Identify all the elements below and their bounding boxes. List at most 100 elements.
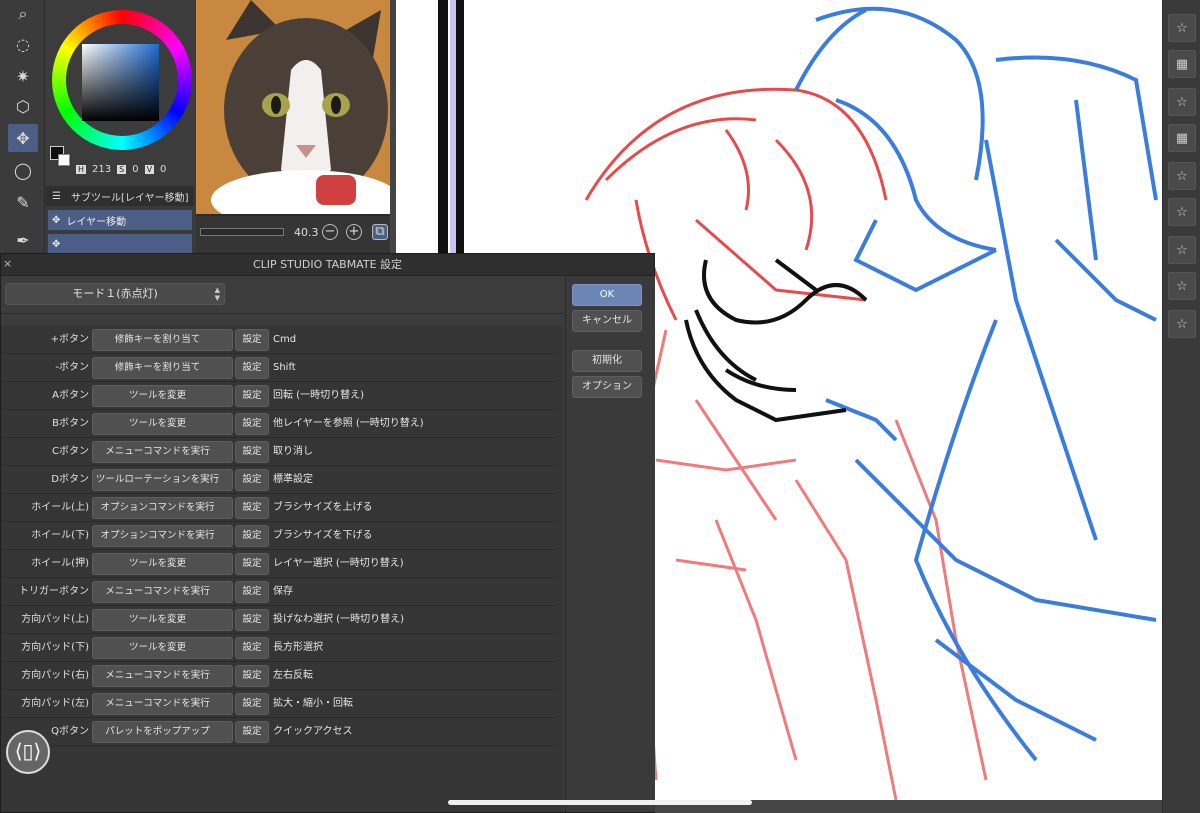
right-dock: ☆ ▦ ☆ ▦ ☆ ☆ ☆ ☆ ☆	[1162, 0, 1200, 813]
h-label: H	[76, 165, 87, 174]
action-select[interactable]: メニューコマンドを実行	[92, 581, 233, 603]
assigned-value: ブラシサイズを下げる	[273, 530, 373, 541]
action-select[interactable]: ツールを変更	[92, 609, 233, 631]
v-value: 0	[160, 164, 167, 175]
subtool-title: サブツール[レイヤー移動]	[70, 192, 189, 204]
row-label: 方向パッド(右)	[21, 670, 89, 681]
sub-color-swatch[interactable]	[58, 154, 70, 166]
close-icon[interactable]: ×	[3, 257, 12, 270]
set-button[interactable]: 設定	[235, 581, 269, 603]
row-label: 方向パッド(上)	[21, 614, 89, 625]
assigned-value: 取り消し	[273, 446, 313, 457]
assigned-value: 拡大・縮小・回転	[273, 698, 353, 709]
set-button[interactable]: 設定	[235, 385, 269, 407]
action-select[interactable]: オプションコマンドを実行	[92, 497, 233, 519]
row-label: Bボタン	[52, 418, 89, 429]
subtool-item-layer-move[interactable]: ✥ レイヤー移動	[48, 210, 192, 230]
action-select[interactable]: メニューコマンドを実行	[92, 693, 233, 715]
hsv-readout: H 213 S 0 V 0	[76, 164, 216, 175]
palette-star-icon[interactable]: ☆	[1168, 236, 1196, 264]
mode-select[interactable]: モード１(赤点灯) ▲ ▼	[5, 283, 225, 305]
set-button[interactable]: 設定	[235, 525, 269, 547]
reset-button[interactable]: 初期化	[572, 350, 642, 372]
fit-view-icon[interactable]: ⧉	[372, 224, 388, 240]
assigned-value: 保存	[273, 586, 293, 597]
cancel-button[interactable]: キャンセル	[572, 310, 642, 332]
action-select[interactable]: ツールを変更	[92, 413, 233, 435]
set-button[interactable]: 設定	[235, 469, 269, 491]
move-icon: ✥	[52, 214, 61, 226]
set-button[interactable]: 設定	[235, 721, 269, 743]
eyedropper-icon[interactable]: ✎	[8, 188, 38, 216]
dialog-actions: OK キャンセル 初期化 オプション	[565, 276, 655, 812]
set-button[interactable]: 設定	[235, 693, 269, 715]
pen-icon[interactable]: ✒	[8, 226, 38, 254]
options-button[interactable]: オプション	[572, 376, 642, 398]
table-row: Dボタン ツールローテーションを実行 設定 標準設定	[1, 466, 557, 494]
subtool-item-2[interactable]: ✥	[48, 234, 192, 254]
saturation-value-square[interactable]	[82, 44, 159, 121]
action-select[interactable]: 修飾キーを割り当て	[92, 357, 233, 379]
move-layer-icon[interactable]: ✥	[8, 124, 38, 152]
set-button[interactable]: 設定	[235, 413, 269, 435]
palette-star-icon[interactable]: ☆	[1168, 310, 1196, 338]
grid-palette-icon[interactable]: ▦	[1168, 50, 1196, 78]
palette-star-icon[interactable]: ☆	[1168, 14, 1196, 42]
palette-star-icon[interactable]: ☆	[1168, 88, 1196, 116]
set-button[interactable]: 設定	[235, 553, 269, 575]
set-button[interactable]: 設定	[235, 637, 269, 659]
set-button[interactable]: 設定	[235, 441, 269, 463]
action-select[interactable]: オプションコマンドを実行	[92, 525, 233, 547]
assigned-value: レイヤー選択 (一時切り替え)	[273, 558, 404, 569]
lasso-select-icon[interactable]: ◌	[8, 30, 38, 58]
grid-palette-icon[interactable]: ▦	[1168, 124, 1196, 152]
row-label: 方向パッド(左)	[21, 698, 89, 709]
lasso-fill-icon[interactable]: ◯	[8, 156, 38, 184]
tabmate-settings-dialog: CLIP STUDIO TABMATE 設定 × モード１(赤点灯) ▲ ▼ +ボ…	[0, 253, 655, 813]
table-row: -ボタン 修飾キーを割り当て 設定 Shift	[1, 354, 557, 382]
assigned-value: Cmd	[273, 334, 297, 345]
move-icon: ✥	[52, 238, 61, 250]
s-value: 0	[132, 164, 139, 175]
dialog-title: CLIP STUDIO TABMATE 設定	[1, 254, 654, 276]
row-label: トリガーボタン	[19, 586, 89, 597]
action-select[interactable]: ツールを変更	[92, 553, 233, 575]
home-indicator[interactable]	[448, 800, 752, 805]
set-button[interactable]: 設定	[235, 497, 269, 519]
palette-star-icon[interactable]: ☆	[1168, 198, 1196, 226]
object-select-icon[interactable]: ⬡	[8, 92, 38, 120]
floating-handle-icon[interactable]: ⟨▯⟩	[6, 730, 50, 774]
set-button[interactable]: 設定	[235, 329, 269, 351]
table-row: 方向パッド(上) ツールを変更 設定 投げなわ選択 (一時切り替え)	[1, 606, 557, 634]
zoom-icon[interactable]: ⌕	[8, 0, 38, 28]
navigator-zoom-bar: 40.3 − + ⧉	[196, 216, 394, 256]
ok-button[interactable]: OK	[572, 284, 642, 306]
zoom-slider[interactable]	[200, 228, 284, 236]
set-button[interactable]: 設定	[235, 665, 269, 687]
action-select[interactable]: ツールローテーションを実行	[92, 469, 233, 491]
action-select[interactable]: ツールを変更	[92, 385, 233, 407]
row-label: Aボタン	[52, 390, 89, 401]
palette-star-icon[interactable]: ☆	[1168, 272, 1196, 300]
action-select[interactable]: メニューコマンドを実行	[92, 441, 233, 463]
zoom-in-icon[interactable]: +	[346, 224, 362, 240]
action-select[interactable]: 修飾キーを割り当て	[92, 329, 233, 351]
subtool-header: ☰ サブツール[レイヤー移動]	[46, 186, 194, 206]
button-assignment-table: +ボタン 修飾キーを割り当て 設定 Cmd -ボタン 修飾キーを割り当て 設定 …	[1, 326, 563, 812]
set-button[interactable]: 設定	[235, 357, 269, 379]
s-label: S	[117, 165, 127, 174]
menu-icon[interactable]: ☰	[52, 191, 61, 202]
action-select[interactable]: メニューコマンドを実行	[92, 665, 233, 687]
palette-star-icon[interactable]: ☆	[1168, 162, 1196, 190]
table-row: Cボタン メニューコマンドを実行 設定 取り消し	[1, 438, 557, 466]
zoom-out-icon[interactable]: −	[322, 224, 338, 240]
action-select[interactable]: パレットをポップアップ	[92, 721, 233, 743]
set-button[interactable]: 設定	[235, 609, 269, 631]
navigator-panel	[196, 0, 390, 216]
v-label: V	[144, 165, 155, 174]
magic-wand-icon[interactable]: ✷	[8, 62, 38, 90]
action-select[interactable]: ツールを変更	[92, 637, 233, 659]
assigned-value: 回転 (一時切り替え)	[273, 390, 364, 401]
tool-palette: ⌕ ◌ ✷ ⬡ ✥ ◯ ✎ ✒	[0, 0, 45, 260]
table-row: 方向パッド(下) ツールを変更 設定 長方形選択	[1, 634, 557, 662]
